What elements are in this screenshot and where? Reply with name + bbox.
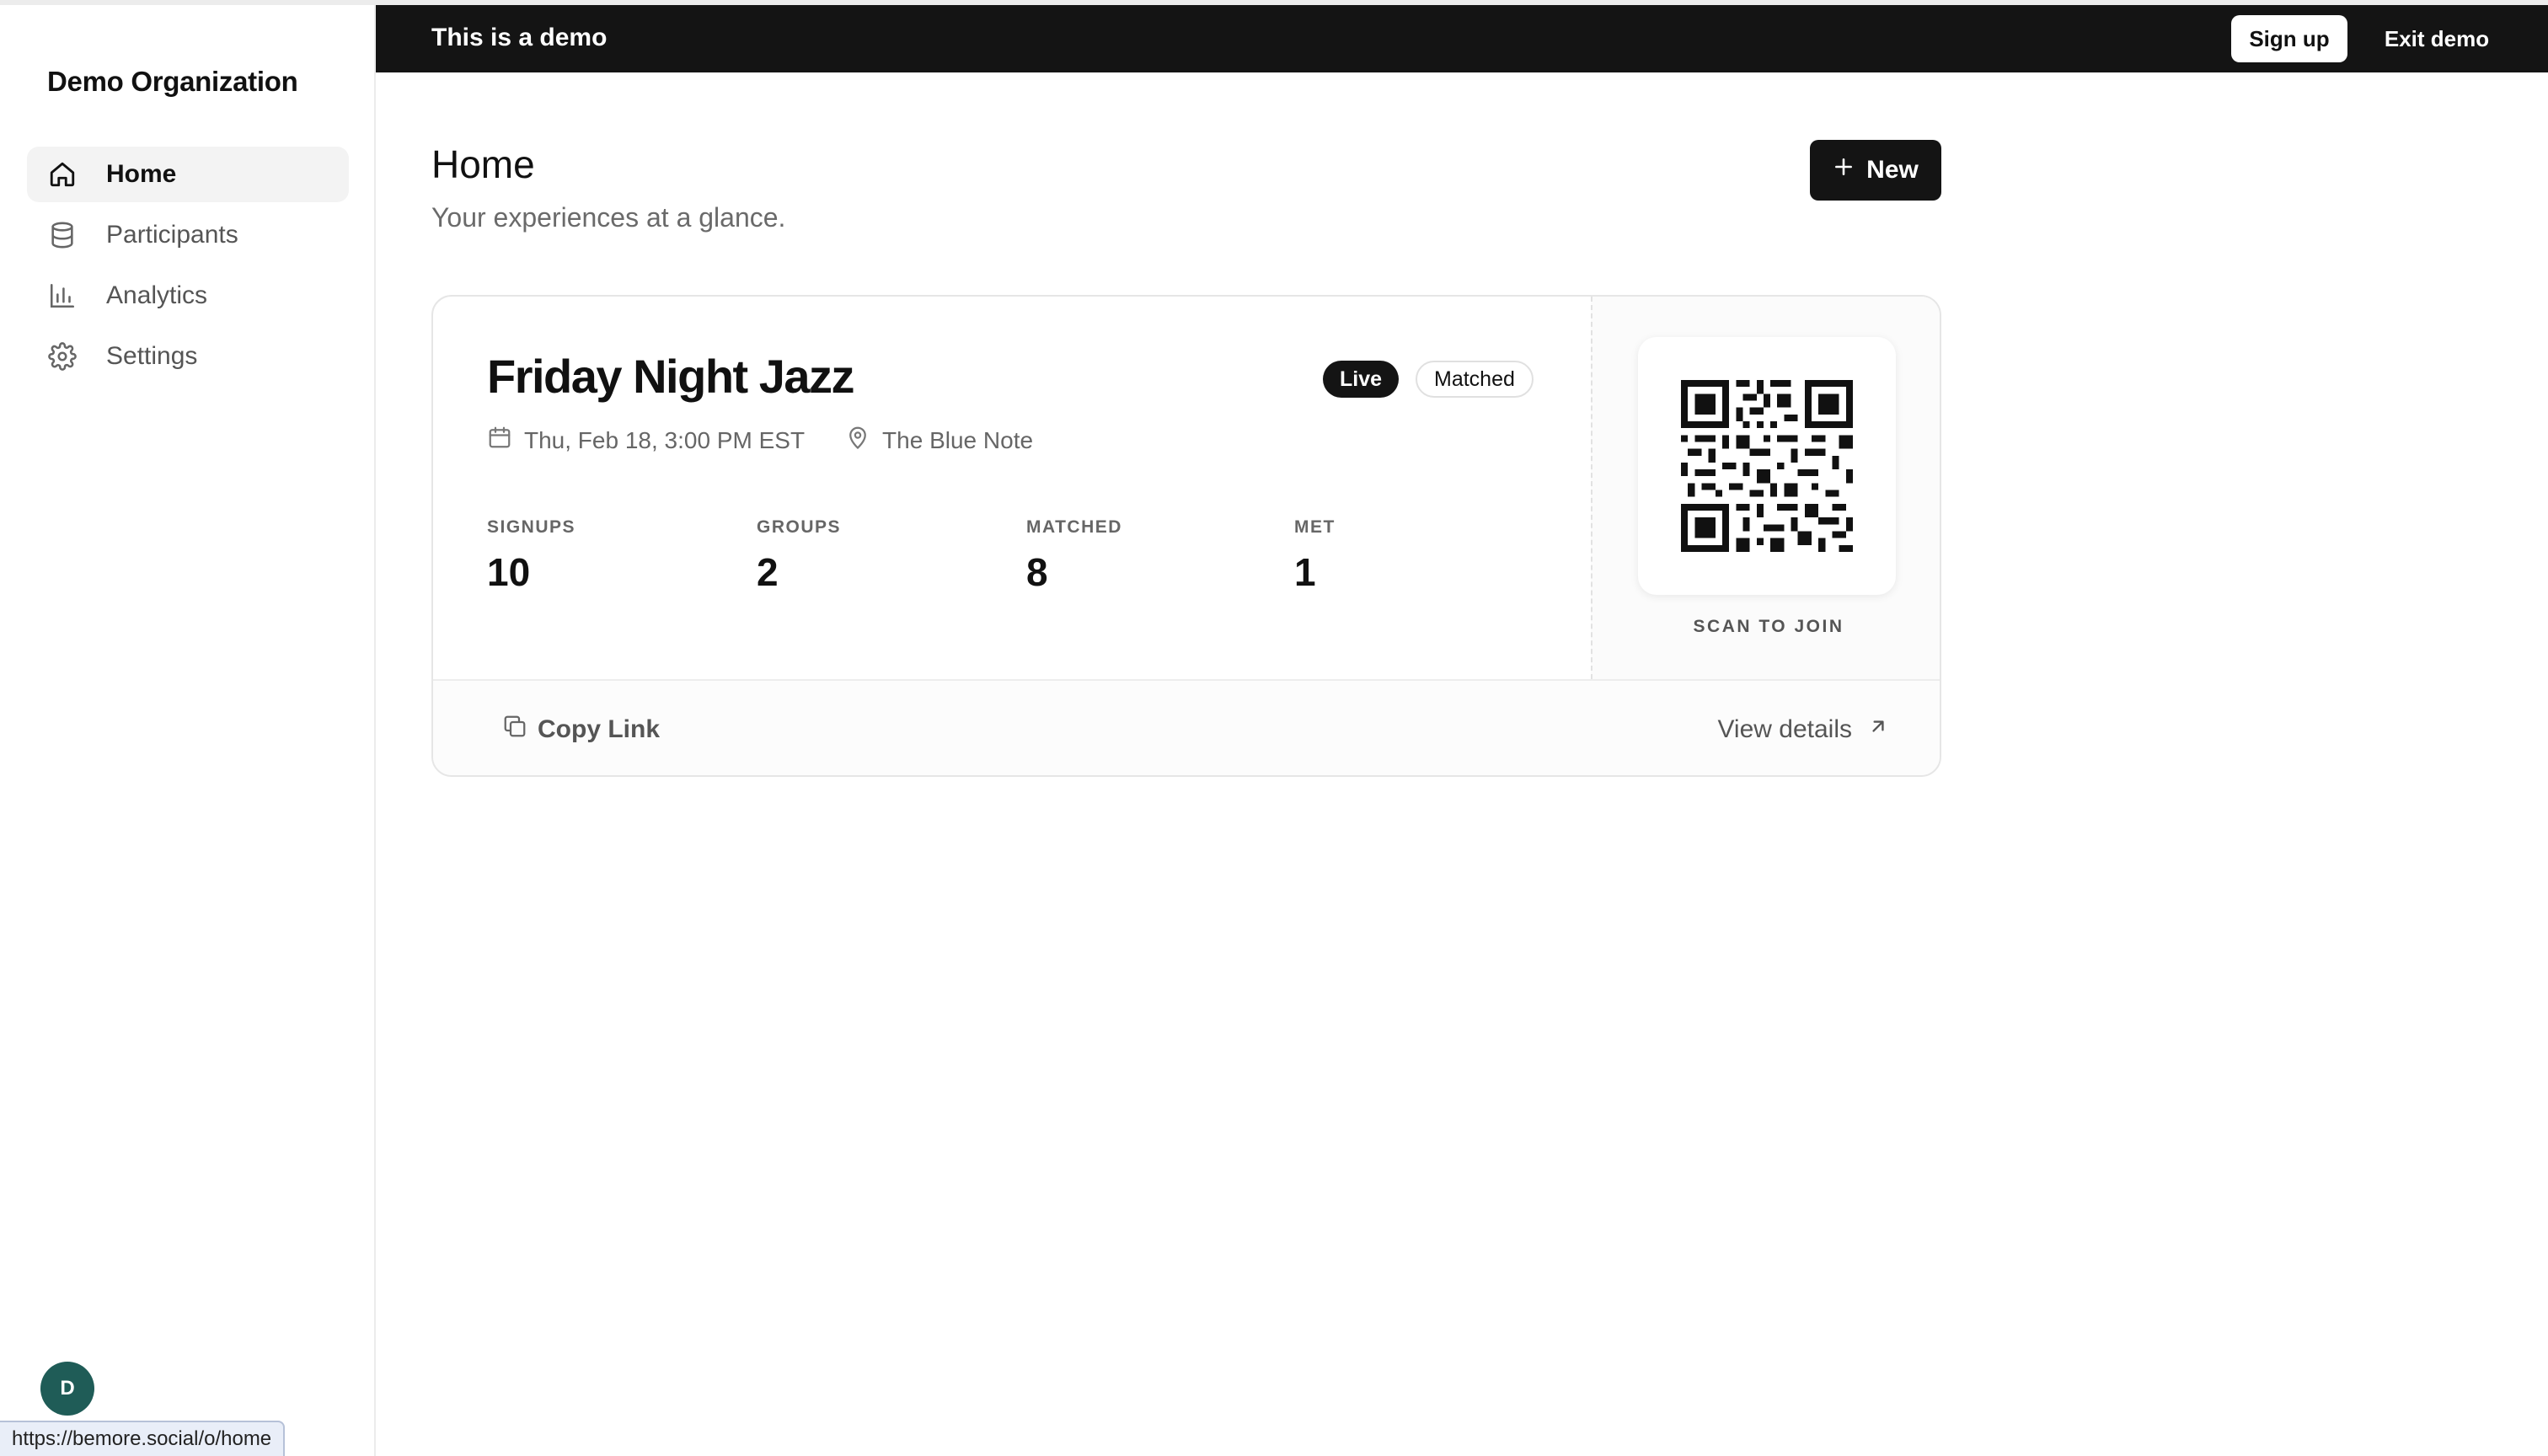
event-card: Friday Night Jazz Live Matched Thu, Feb … [431,295,1941,777]
status-badge-matched: Matched [1416,361,1534,398]
stat-label: GROUPS [757,517,842,537]
bar-chart-icon [46,279,79,313]
status-badge-live: Live [1323,361,1400,398]
sidebar-item-label: Participants [106,221,238,249]
view-details-link[interactable]: View details [1717,711,1889,748]
new-button-label: New [1866,156,1919,184]
sidebar-nav: Home Participants Analytics Settings [27,147,349,389]
map-pin-icon [845,425,882,456]
sidebar-item-home[interactable]: Home [27,147,349,202]
demo-banner-text: This is a demo [431,24,608,51]
sidebar-item-participants[interactable]: Participants [27,207,349,263]
page-title: Home [431,142,535,186]
sign-up-button[interactable]: Sign up [2231,15,2347,62]
sidebar-item-label: Settings [106,342,198,370]
sidebar-item-settings[interactable]: Settings [27,329,349,384]
database-icon [46,218,79,252]
stat-matched: MATCHED 8 [1026,517,1122,595]
exit-demo-button[interactable]: Exit demo [2369,15,2504,62]
stat-value: 2 [757,550,779,594]
stat-groups: GROUPS 2 [757,517,841,595]
qr-panel: SCAN TO JOIN [1591,297,1940,679]
gear-icon [46,340,79,373]
copy-link-label: Copy Link [538,715,661,743]
event-date: Thu, Feb 18, 3:00 PM EST [487,425,805,456]
event-title[interactable]: Friday Night Jazz [487,349,855,404]
stat-value: 1 [1294,550,1316,594]
stat-value: 10 [487,550,531,594]
stat-label: MET [1294,517,1336,537]
event-date-text: Thu, Feb 18, 3:00 PM EST [524,426,806,453]
arrow-up-right-icon [1867,715,1889,744]
event-location: The Blue Note [845,425,1033,456]
demo-banner: This is a demo Sign up Exit demo [376,5,2548,72]
stat-value: 8 [1026,550,1048,594]
sidebar-item-label: Analytics [106,281,208,309]
event-card-body: Friday Night Jazz Live Matched Thu, Feb … [433,297,1591,679]
sidebar-item-analytics[interactable]: Analytics [27,268,349,324]
qr-code-icon [1681,380,1853,552]
status-bar-url: https://bemore.social/o/home [0,1421,286,1456]
home-icon [46,158,79,191]
avatar[interactable]: D [40,1362,94,1416]
org-name[interactable]: Demo Organization [47,66,298,98]
stat-met: MET 1 [1294,517,1336,595]
stat-label: SIGNUPS [487,517,576,537]
scan-to-join-label: SCAN TO JOIN [1693,617,1844,636]
calendar-icon [487,425,524,456]
event-location-text: The Blue Note [882,426,1034,453]
view-details-label: View details [1717,715,1852,743]
stat-label: MATCHED [1026,517,1122,537]
new-button[interactable]: New [1810,140,1941,201]
copy-icon [502,714,527,746]
event-meta: Thu, Feb 18, 3:00 PM EST The Blue Note [487,425,1033,456]
page-subtitle: Your experiences at a glance. [431,202,786,233]
qr-code[interactable] [1638,337,1896,595]
copy-link-button[interactable]: Copy Link [502,711,660,748]
stat-signups: SIGNUPS 10 [487,517,575,595]
sidebar: Demo Organization Home Participants Anal… [0,5,376,1456]
event-card-footer: Copy Link View details [433,679,1940,775]
sidebar-item-label: Home [106,160,177,188]
plus-icon [1833,156,1855,185]
